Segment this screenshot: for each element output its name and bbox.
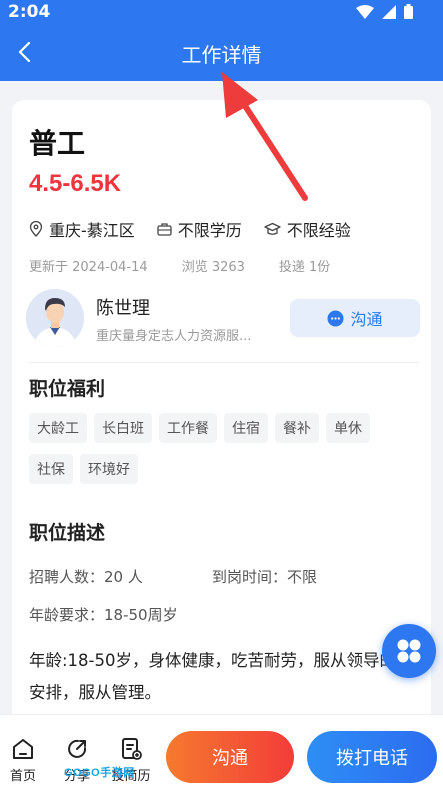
graduation-cap-icon (264, 222, 281, 235)
wifi-icon (356, 4, 374, 19)
home-icon (13, 739, 33, 759)
benefit-tags: 大龄工 长白班 工作餐 住宿 餐补 单休 社保 环境好 (29, 413, 421, 495)
description-title: 职位描述 (29, 522, 106, 544)
benefit-tag: 餐补 (275, 413, 319, 443)
share-icon (68, 739, 87, 758)
grid-icon (397, 639, 421, 663)
resume-icon (122, 738, 142, 760)
location-item: 重庆-綦江区 (29, 217, 135, 241)
floating-menu-button[interactable] (382, 624, 436, 678)
updated-date: 更新于 2024-04-14 (29, 260, 148, 275)
description-text: 年龄:18-50岁，身体健康，吃苦耐劳，服从领导的安排，服从管理。 (29, 651, 397, 702)
recruiter-name: 陈世理 (96, 298, 150, 319)
headcount-value: 20 人 (104, 568, 143, 586)
benefit-tag: 环境好 (80, 454, 138, 484)
education-text: 不限学历 (177, 221, 242, 240)
arrival-label: 到岗时间： (212, 568, 288, 586)
experience-item: 不限经验 (264, 217, 351, 241)
recruiter-row: 陈世理 重庆量身定志人力资源服... 沟通 (26, 289, 421, 349)
recruiter-avatar (26, 289, 84, 347)
nav-home[interactable]: 首页 (0, 737, 48, 784)
chat-bubble-icon (327, 310, 344, 326)
page-title: 工作详情 (181, 43, 262, 67)
benefit-tag: 单休 (326, 413, 370, 443)
arrival-row: 到岗时间：不限 (212, 566, 317, 587)
divider (29, 362, 419, 363)
battery-icon (404, 4, 413, 19)
briefcase-icon (157, 223, 172, 236)
status-bar: 2:04 (0, 0, 443, 24)
experience-text: 不限经验 (286, 221, 351, 240)
location-pin-icon (29, 221, 43, 237)
signal-icon (382, 4, 396, 19)
location-text: 重庆-綦江区 (49, 221, 135, 240)
bottom-bar: 首页 分享 投简历 沟通 拨打电话 (0, 714, 443, 792)
arrival-value: 不限 (287, 568, 318, 586)
benefit-tag: 工作餐 (159, 413, 217, 443)
job-salary: 4.5-6.5K (29, 170, 122, 197)
call-button[interactable]: 拨打电话 (307, 731, 437, 783)
status-time: 2:04 (8, 2, 51, 22)
age-label: 年龄要求： (29, 606, 105, 624)
education-item: 不限学历 (157, 217, 242, 241)
benefit-tag: 长白班 (94, 413, 152, 443)
benefit-tag: 大龄工 (29, 413, 87, 443)
benefit-tag: 社保 (29, 454, 73, 484)
view-count: 浏览 3263 (181, 260, 245, 275)
meta-row: 更新于 2024-04-14 浏览 3263 投递 1份 (29, 256, 364, 275)
avatar-illustration (26, 289, 84, 347)
watermark-logo: GOGO手游网 (64, 767, 135, 779)
headcount-label: 招聘人数： (29, 568, 105, 586)
header: 工作详情 (0, 24, 443, 81)
application-count: 投递 1份 (278, 260, 331, 275)
age-value: 18-50周岁 (104, 606, 178, 624)
chat-button[interactable]: 沟通 (166, 731, 294, 783)
job-title: 普工 (29, 127, 86, 160)
headcount-row: 招聘人数：20 人 (29, 566, 143, 587)
benefits-title: 职位福利 (29, 378, 106, 400)
age-row: 年龄要求：18-50周岁 (29, 604, 178, 625)
top-bar: 2:04 工作详情 (0, 0, 443, 81)
job-detail-card: 普工 4.5-6.5K 重庆-綦江区 不限学历 不限经验 更新于 2024-04… (12, 100, 431, 730)
chat-recruiter-button[interactable]: 沟通 (290, 299, 420, 337)
requirements-row: 重庆-綦江区 不限学历 不限经验 (29, 217, 373, 241)
chat-recruiter-label: 沟通 (350, 310, 383, 329)
recruiter-company: 重庆量身定志人力资源服... (96, 329, 252, 344)
benefit-tag: 住宿 (224, 413, 268, 443)
nav-home-label: 首页 (9, 769, 36, 784)
status-icons (356, 4, 413, 19)
